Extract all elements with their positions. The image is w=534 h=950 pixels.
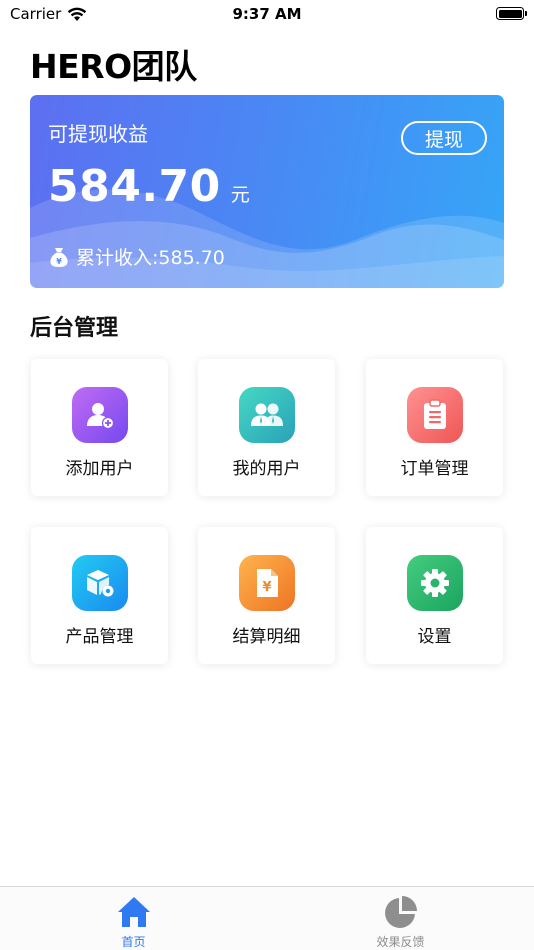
- svg-text:¥: ¥: [262, 580, 271, 595]
- gear-icon: [407, 555, 463, 611]
- tile-settings[interactable]: 设置: [366, 527, 503, 664]
- tile-add-user[interactable]: 添加用户: [31, 359, 168, 496]
- tab-label: 效果反馈: [376, 935, 425, 949]
- tile-label: 产品管理: [65, 627, 134, 647]
- tile-settlement-details[interactable]: ¥ 结算明细: [198, 527, 335, 664]
- tile-product-management[interactable]: 产品管理: [31, 527, 168, 664]
- tile-label: 添加用户: [65, 459, 134, 479]
- withdraw-button[interactable]: 提现: [401, 121, 487, 155]
- tile-label: 设置: [417, 627, 452, 647]
- withdrawable-label: 可提现收益: [48, 122, 148, 146]
- battery-full-icon: [496, 7, 527, 20]
- add-user-icon: [72, 387, 128, 443]
- money-bag-icon: ¥: [50, 247, 68, 267]
- tile-label: 结算明细: [232, 627, 301, 647]
- home-icon: [118, 897, 150, 927]
- settlement-doc-icon: ¥: [239, 555, 295, 611]
- status-bar: Carrier 9:37 AM: [0, 0, 534, 28]
- pie-chart-icon: [385, 896, 417, 928]
- tab-bar: 首页 效果反馈: [0, 886, 534, 950]
- tile-label: 订单管理: [400, 459, 469, 479]
- total-income-text: 累计收入:585.70: [76, 247, 225, 269]
- currency-unit: 元: [230, 184, 250, 206]
- total-income-row: ¥ 累计收入:585.70: [48, 243, 225, 270]
- product-box-icon: [72, 555, 128, 611]
- tab-label: 首页: [121, 935, 146, 949]
- amount-row: 584.70 元: [48, 161, 250, 212]
- clipboard-icon: [407, 387, 463, 443]
- users-icon: [239, 387, 295, 443]
- tab-home[interactable]: 首页: [0, 887, 267, 950]
- svg-text:¥: ¥: [56, 257, 62, 266]
- tile-my-users[interactable]: 我的用户: [198, 359, 335, 496]
- page-title: HERO团队: [30, 47, 197, 86]
- withdrawable-amount: 584.70: [48, 161, 221, 212]
- section-title-admin: 后台管理: [30, 316, 119, 341]
- status-time: 9:37 AM: [232, 5, 302, 23]
- tile-order-management[interactable]: 订单管理: [366, 359, 503, 496]
- tile-label: 我的用户: [232, 459, 301, 479]
- tab-feedback[interactable]: 效果反馈: [267, 887, 534, 950]
